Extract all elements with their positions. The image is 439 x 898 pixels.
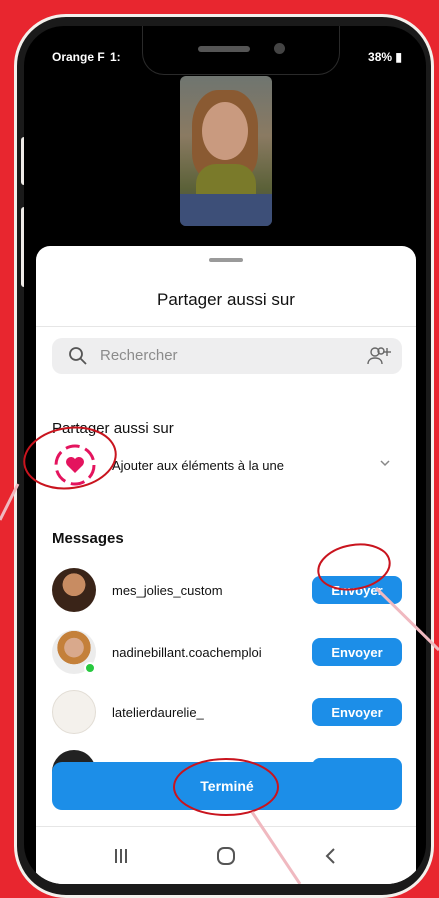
send-button[interactable]: Envoyer xyxy=(312,576,402,604)
avatar xyxy=(52,568,96,612)
search-icon xyxy=(69,347,87,365)
carrier-label: Orange F xyxy=(52,50,105,64)
phone-screen: Orange F 1: 38% ▮ Partager aussi sur Rec… xyxy=(24,26,426,884)
back-icon[interactable] xyxy=(318,843,344,869)
clock: 1: xyxy=(110,50,121,64)
avatar xyxy=(52,690,96,734)
sheet-title: Partager aussi sur xyxy=(157,290,295,309)
battery-level: 38% ▮ xyxy=(368,50,402,64)
system-nav-bar xyxy=(36,826,416,884)
done-button[interactable]: Terminé xyxy=(52,762,402,810)
share-sheet: Partager aussi sur Rechercher Partager a… xyxy=(36,246,416,884)
username: nadinebillant.coachemploi xyxy=(112,645,262,660)
list-item: nadinebillant.coachemploi Envoyer xyxy=(52,630,402,676)
video-preview xyxy=(180,76,272,226)
list-item: latelierdaurelie_ Envoyer xyxy=(52,690,402,736)
chevron-down-icon[interactable] xyxy=(378,456,392,470)
sheet-grabber[interactable] xyxy=(209,258,243,262)
send-button[interactable]: Envoyer xyxy=(312,638,402,666)
home-icon[interactable] xyxy=(213,843,239,869)
username: latelierdaurelie_ xyxy=(112,705,204,720)
video-person-face xyxy=(202,102,248,160)
story-option-label: Ajouter aux éléments à la une xyxy=(112,458,284,473)
share-section-label: Partager aussi sur xyxy=(52,420,174,437)
recent-apps-icon[interactable] xyxy=(108,843,134,869)
front-camera xyxy=(274,43,285,54)
story-option-row[interactable]: Ajouter aux éléments à la une xyxy=(52,442,402,488)
username: mes_jolies_custom xyxy=(112,583,223,598)
heart-icon xyxy=(54,444,96,486)
list-item: mes_jolies_custom Envoyer xyxy=(52,568,402,614)
search-input[interactable]: Rechercher xyxy=(52,338,402,374)
battery-percent: 38% xyxy=(368,50,393,64)
search-placeholder: Rechercher xyxy=(100,347,178,364)
speaker xyxy=(198,46,250,52)
divider xyxy=(36,326,416,327)
video-person-shirt xyxy=(180,194,272,226)
messages-section-label: Messages xyxy=(52,530,124,547)
add-people-icon[interactable] xyxy=(366,344,392,368)
online-indicator xyxy=(84,662,96,674)
send-button[interactable]: Envoyer xyxy=(312,698,402,726)
